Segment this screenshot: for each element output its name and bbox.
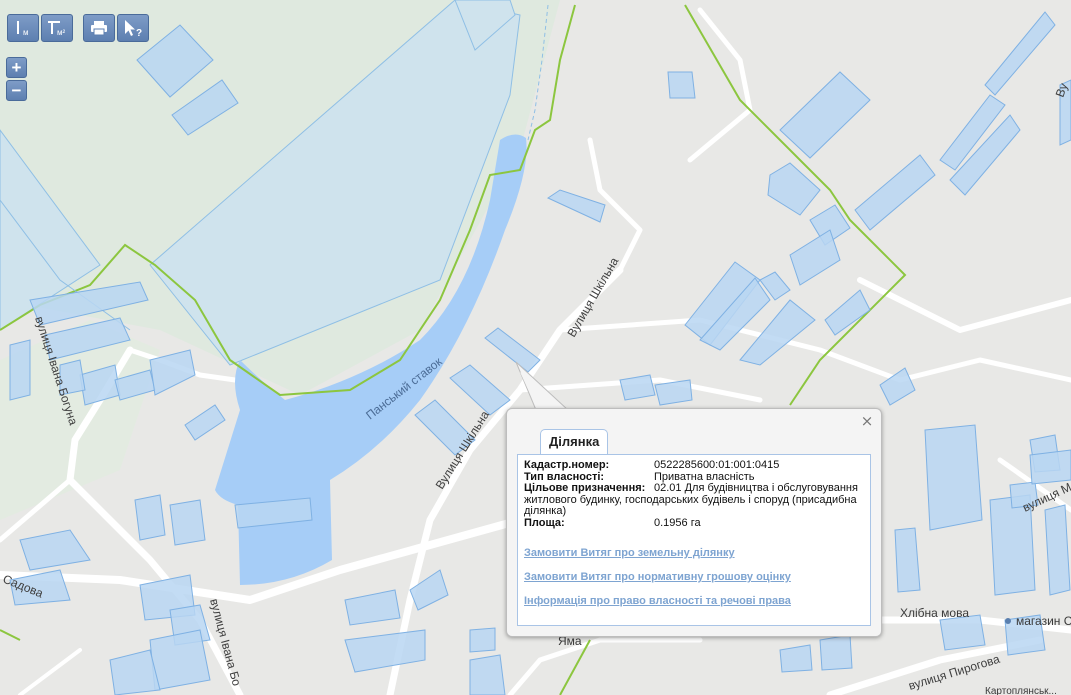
popup-links: Замовити Витяг про земельну ділянку Замо… xyxy=(524,547,864,607)
zoom-out-button[interactable]: − xyxy=(6,80,27,101)
field-label: Кадастр.номер: xyxy=(524,459,610,471)
measure-area-button[interactable]: м² xyxy=(41,14,73,42)
order-extract-land-link[interactable]: Замовити Витяг про земельну ділянку xyxy=(524,547,864,559)
field-row: Цільове призначення: 02.01 Для будівницт… xyxy=(524,482,864,495)
field-label: Цільове призначення: xyxy=(524,482,646,494)
measure-distance-button[interactable]: м xyxy=(7,14,39,42)
popup-content: Кадастр.номер: 0522285600:01:001:0415 Ти… xyxy=(517,454,871,626)
field-row: Площа: 0.1956 га xyxy=(524,516,864,530)
tab-parcel[interactable]: Ділянка xyxy=(540,429,609,455)
ruler-line-icon: м xyxy=(17,21,29,37)
printer-icon xyxy=(91,21,107,36)
cursor-question-icon: ? xyxy=(125,20,142,38)
map-canvas[interactable]: Панський ставок Вулиця Шкільна Вулиця Шк… xyxy=(0,0,1071,695)
ruler-area-icon: м² xyxy=(48,21,66,37)
svg-text:?: ? xyxy=(136,28,142,38)
ownership-info-link[interactable]: Інформація про право власності та речові… xyxy=(524,595,864,607)
zoom-control: + − xyxy=(6,57,27,101)
parcel-info-popup: × Ділянка Кадастр.номер: 0522285600:01:0… xyxy=(506,408,882,637)
field-label: Площа: xyxy=(524,516,565,529)
area-value: 0.1956 га xyxy=(654,516,701,529)
poi-label: Картоплянськ... xyxy=(985,686,1057,695)
poi-marker-icon[interactable] xyxy=(1005,618,1011,624)
print-button[interactable] xyxy=(83,14,115,42)
poi-label: магазин С xyxy=(1016,614,1071,628)
close-icon[interactable]: × xyxy=(860,414,874,429)
svg-text:м²: м² xyxy=(57,28,66,37)
order-extract-valuation-link[interactable]: Замовити Витяг про нормативну грошову оц… xyxy=(524,571,864,583)
zoom-in-button[interactable]: + xyxy=(6,57,27,78)
poi-label: Хлібна мова xyxy=(900,606,969,620)
svg-text:м: м xyxy=(23,28,29,37)
cadastral-number: 0522285600:01:001:0415 xyxy=(654,459,780,471)
info-tools: ? xyxy=(83,14,151,42)
field-row: Кадастр.номер: 0522285600:01:001:0415 xyxy=(524,459,864,472)
identify-button[interactable]: ? xyxy=(117,14,149,42)
map-toolbar: м м² ? xyxy=(7,14,159,42)
purpose-value: 02.01 Для будівництва і обслуговування xyxy=(654,482,858,494)
purpose-continuation: житлового будинку, господарських будівел… xyxy=(524,493,857,517)
measure-tools: м м² xyxy=(7,14,75,42)
